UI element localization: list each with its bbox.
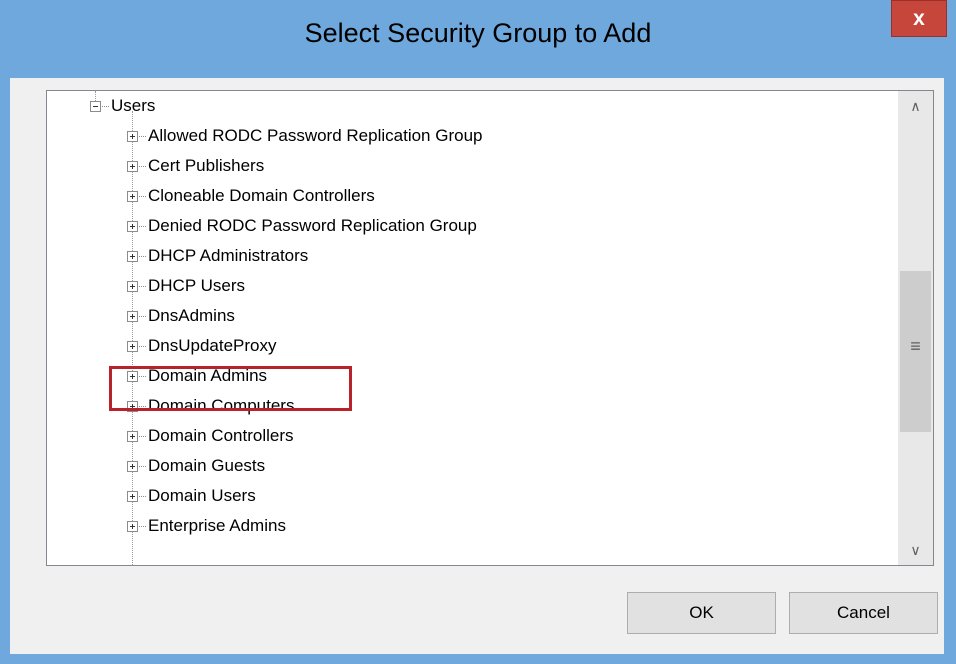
title-bar[interactable]: Select Security Group to Add x <box>0 0 956 78</box>
expand-icon[interactable] <box>127 430 138 442</box>
tree-item-label: Allowed RODC Password Replication Group <box>148 126 483 145</box>
tree-item[interactable]: Allowed RODC Password Replication Group <box>127 123 482 149</box>
tree-item-label: Domain Admins <box>148 366 268 385</box>
tree-item-label: Cloneable Domain Controllers <box>148 186 375 205</box>
dialog-body: Users Allowed RODC Password Replication … <box>10 78 944 654</box>
expand-icon[interactable] <box>127 490 138 502</box>
tree-connector <box>139 225 146 227</box>
tree-connector <box>102 105 109 107</box>
tree-item[interactable]: Domain Controllers <box>127 423 294 449</box>
tree-item-label: DnsUpdateProxy <box>148 336 277 355</box>
tree-connector <box>139 495 146 497</box>
scroll-up-button[interactable]: ∧ <box>898 91 933 121</box>
tree-item[interactable]: Domain Users <box>127 483 256 509</box>
tree-connector <box>139 435 146 437</box>
tree-connector <box>139 405 146 407</box>
tree-connector <box>139 165 146 167</box>
tree-connector <box>139 375 146 377</box>
tree-node-users[interactable]: Users <box>90 93 155 119</box>
close-icon: x <box>913 7 925 30</box>
collapse-icon[interactable] <box>90 100 101 112</box>
tree-item[interactable]: Cloneable Domain Controllers <box>127 183 375 209</box>
tree-item-label: DHCP Administrators <box>148 246 309 265</box>
expand-icon[interactable] <box>127 370 138 382</box>
group-tree[interactable]: Users Allowed RODC Password Replication … <box>46 90 934 566</box>
tree-item[interactable]: DnsAdmins <box>127 303 235 329</box>
tree-item-label: Cert Publishers <box>148 156 265 175</box>
close-button[interactable]: x <box>891 0 947 37</box>
expand-icon[interactable] <box>127 130 138 142</box>
tree-item-label: Enterprise Admins <box>148 516 286 535</box>
dialog-title: Select Security Group to Add <box>304 18 652 48</box>
tree-item-label: Domain Guests <box>148 456 266 475</box>
tree-item[interactable]: Cert Publishers <box>127 153 264 179</box>
tree-item-label: Denied RODC Password Replication Group <box>148 216 477 235</box>
tree-item[interactable]: Domain Computers <box>127 393 294 419</box>
grip-icon: ≡ <box>910 336 921 356</box>
chevron-down-icon: ∨ <box>910 542 921 558</box>
cancel-button[interactable]: Cancel <box>789 592 938 634</box>
expand-icon[interactable] <box>127 400 138 412</box>
expand-icon[interactable] <box>127 460 138 472</box>
ok-button[interactable]: OK <box>627 592 776 634</box>
tree-connector <box>139 135 146 137</box>
expand-icon[interactable] <box>127 250 138 262</box>
expand-icon[interactable] <box>127 520 138 532</box>
tree-connector <box>139 315 146 317</box>
tree-connector <box>139 345 146 347</box>
tree-connector <box>139 255 146 257</box>
vertical-scrollbar[interactable]: ∧ ≡ ∨ <box>898 91 933 565</box>
tree-connector <box>139 525 146 527</box>
tree-item-label: Domain Controllers <box>148 426 294 445</box>
tree-item[interactable]: Enterprise Admins <box>127 513 286 539</box>
expand-icon[interactable] <box>127 190 138 202</box>
tree-item-label: Domain Computers <box>148 396 295 415</box>
scrollbar-thumb[interactable]: ≡ <box>900 271 931 432</box>
tree-item-domain-admins[interactable]: Domain Admins <box>127 363 267 389</box>
tree-item-label: DHCP Users <box>148 276 245 295</box>
expand-icon[interactable] <box>127 340 138 352</box>
expand-icon[interactable] <box>127 280 138 292</box>
tree-node-label: Users <box>111 96 156 115</box>
tree-item-label: Domain Users <box>148 486 256 505</box>
tree-view[interactable]: Users Allowed RODC Password Replication … <box>47 91 898 565</box>
dialog-window: Select Security Group to Add x Users All… <box>0 0 956 664</box>
chevron-up-icon: ∧ <box>910 98 921 114</box>
tree-connector <box>139 465 146 467</box>
expand-icon[interactable] <box>127 310 138 322</box>
tree-connector <box>139 285 146 287</box>
tree-item[interactable]: DnsUpdateProxy <box>127 333 277 359</box>
expand-icon[interactable] <box>127 160 138 172</box>
tree-item[interactable]: Denied RODC Password Replication Group <box>127 213 477 239</box>
tree-item[interactable]: Domain Guests <box>127 453 265 479</box>
scroll-down-button[interactable]: ∨ <box>898 535 933 565</box>
tree-connector <box>139 195 146 197</box>
tree-item-label: DnsAdmins <box>148 306 235 325</box>
tree-item[interactable]: DHCP Administrators <box>127 243 308 269</box>
tree-item[interactable]: DHCP Users <box>127 273 245 299</box>
expand-icon[interactable] <box>127 220 138 232</box>
